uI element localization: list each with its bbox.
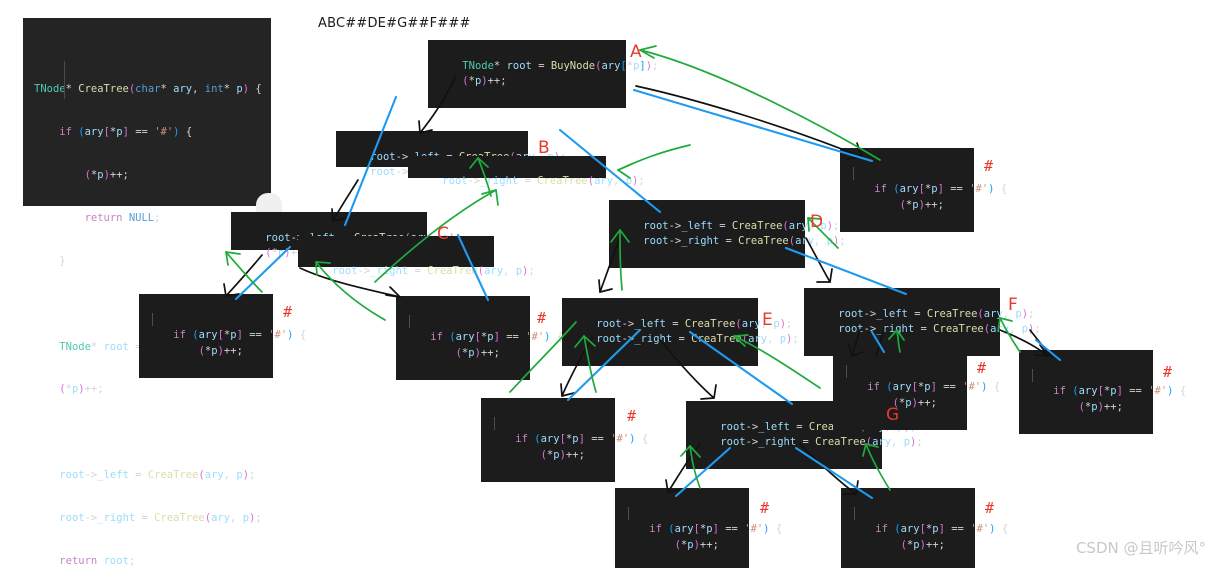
indent-guide bbox=[1032, 369, 1033, 382]
node-f-line1: root->_left = CreaTree(ary, p); bbox=[838, 307, 1035, 320]
node-b-right-line: root->_right = CreaTree(ary, p); bbox=[442, 174, 645, 187]
tree-node-e[interactable]: root->_left = CreaTree(ary, p); root->_r… bbox=[562, 298, 799, 366]
code-line-2: if (ary[*p] == '#') { bbox=[59, 126, 193, 139]
node-f-line2: root->_right = CreaTree(ary, p); bbox=[838, 323, 1041, 335]
leaf-node-3[interactable]: if (ary[*p] == '#') { (*p)++; bbox=[396, 296, 563, 380]
leaf-6-line2: (*p)++; bbox=[1078, 400, 1123, 413]
tree-node-a[interactable]: TNode* root = BuyNode(ary[*p]); (*p)++; bbox=[428, 40, 658, 108]
indent-guide bbox=[846, 365, 847, 378]
indent-guide bbox=[152, 313, 153, 326]
node-c-right-line: root->_right = CreaTree(ary, p); bbox=[332, 264, 535, 277]
label-c: C bbox=[437, 224, 449, 244]
leaf-1-line1: if (ary[*p] == '#') { bbox=[874, 183, 1008, 195]
code-line-5: } bbox=[59, 254, 66, 267]
leaf-node-8[interactable]: if (ary[*p] == '#') { (*p)++; bbox=[841, 488, 1008, 568]
indent-guide bbox=[64, 61, 65, 99]
tree-node-b-right[interactable]: root->_right = CreaTree(ary, p); bbox=[408, 156, 645, 187]
leaf-2-line2: (*p)++; bbox=[198, 344, 243, 357]
hash-marker-8: # bbox=[985, 499, 995, 517]
hash-marker-2: # bbox=[283, 303, 293, 321]
label-a: A bbox=[630, 42, 642, 62]
node-d-line2: root->_right = CreaTree(ary, p); bbox=[643, 235, 846, 247]
hash-marker-5: # bbox=[977, 359, 987, 377]
leaf-node-7[interactable]: if (ary[*p] == '#') { (*p)++; bbox=[615, 488, 782, 568]
leaf-5-line1: if (ary[*p] == '#') { bbox=[867, 381, 1001, 393]
leaf-7-line2: (*p)++; bbox=[674, 538, 719, 551]
leaf-3-line1: if (ary[*p] == '#') { bbox=[430, 331, 564, 343]
leaf-4-line1: if (ary[*p] == '#') { bbox=[515, 433, 649, 445]
hash-marker-3: # bbox=[537, 309, 547, 327]
leaf-3-line2: (*p)++; bbox=[455, 346, 500, 359]
leaf-1-line2: (*p)++; bbox=[899, 198, 944, 211]
indent-guide bbox=[853, 167, 854, 180]
leaf-node-1[interactable]: if (ary[*p] == '#') { (*p)++; bbox=[840, 148, 1007, 232]
indent-guide bbox=[494, 417, 495, 430]
leaf-node-6[interactable]: if (ary[*p] == '#') { (*p)++; bbox=[1019, 350, 1186, 434]
leaf-8-line1: if (ary[*p] == '#') { bbox=[875, 523, 1009, 535]
code-line-8: (*p)++; bbox=[59, 383, 104, 396]
code-line-11: root->_right = CreaTree(ary, p); bbox=[59, 512, 262, 525]
hash-marker-7: # bbox=[760, 499, 770, 517]
source-code-panel: TNode* CreaTree(char* ary, int* p) { if … bbox=[24, 19, 282, 567]
leaf-node-5[interactable]: if (ary[*p] == '#') { (*p)++; bbox=[833, 346, 1000, 430]
leaf-5-line2: (*p)++; bbox=[892, 396, 937, 409]
hash-marker-1: # bbox=[984, 157, 994, 175]
indent-guide bbox=[409, 315, 410, 328]
code-line-3: (*p)++; bbox=[84, 168, 129, 181]
leaf-2-line1: if (ary[*p] == '#') { bbox=[173, 329, 307, 341]
hash-marker-6: # bbox=[1163, 363, 1173, 381]
node-a-line2: (*p)++; bbox=[462, 75, 507, 87]
code-line-12: return root; bbox=[59, 554, 136, 567]
label-b: B bbox=[538, 138, 550, 158]
node-e-line2: root->_right = CreaTree(ary, p); bbox=[596, 333, 799, 345]
leaf-node-4[interactable]: if (ary[*p] == '#') { (*p)++; bbox=[481, 398, 648, 482]
indent-guide bbox=[628, 507, 629, 520]
label-d: D bbox=[810, 212, 824, 232]
label-e: E bbox=[762, 310, 773, 330]
label-g: G bbox=[886, 405, 900, 425]
code-line-10: root->_left = CreaTree(ary, p); bbox=[59, 469, 256, 482]
hash-marker-4: # bbox=[627, 407, 637, 425]
leaf-7-line1: if (ary[*p] == '#') { bbox=[649, 523, 783, 535]
leaf-4-line2: (*p)++; bbox=[540, 448, 585, 461]
page-title: ABC##DE#G##F### bbox=[318, 16, 471, 31]
code-line-1: TNode* CreaTree(char* ary, int* p) { bbox=[34, 83, 262, 96]
node-a-line1: TNode* root = BuyNode(ary[*p]); bbox=[462, 59, 659, 72]
leaf-node-2[interactable]: if (ary[*p] == '#') { (*p)++; bbox=[139, 294, 306, 378]
label-f: F bbox=[1008, 295, 1018, 315]
diagram-canvas: ABC##DE#G##F### TNode* CreaTree(char* ar… bbox=[0, 0, 1218, 568]
watermark: CSDN @且听吟风° bbox=[1075, 539, 1206, 557]
tree-node-c-right[interactable]: root->_right = CreaTree(ary, p); bbox=[298, 247, 535, 277]
node-g-line2: root->_right = CreaTree(ary, p); bbox=[720, 436, 923, 448]
tree-node-d[interactable]: root->_left = CreaTree(ary, p); root->_r… bbox=[609, 200, 846, 268]
indent-guide bbox=[854, 507, 855, 520]
leaf-6-line1: if (ary[*p] == '#') { bbox=[1053, 385, 1187, 397]
leaf-8-line2: (*p)++; bbox=[900, 538, 945, 551]
